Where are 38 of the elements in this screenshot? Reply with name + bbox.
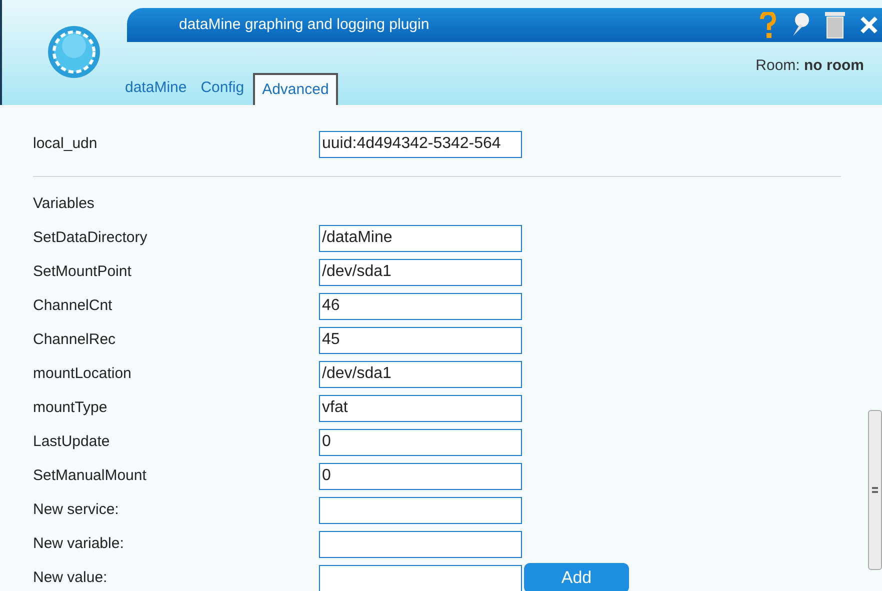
field-label: New value:: [33, 568, 108, 588]
window-title: dataMine graphing and logging plugin: [179, 14, 430, 35]
tab[interactable]: Advanced: [253, 72, 338, 105]
field-label: SetDataDirectory: [33, 228, 148, 248]
input-field[interactable]: 0: [319, 462, 522, 490]
pin-icon[interactable]: [790, 12, 810, 38]
field-label: mountLocation: [33, 364, 132, 384]
input-field[interactable]: vfat: [319, 394, 522, 422]
tab[interactable]: Config: [196, 76, 250, 105]
field-label: SetManualMount: [33, 466, 148, 486]
input-field[interactable]: uuid:4d494342-5342-564: [319, 130, 522, 158]
add-button[interactable]: Add: [524, 563, 629, 591]
tab[interactable]: dataMine: [120, 76, 192, 105]
input-field[interactable]: [319, 530, 522, 558]
input-field[interactable]: 45: [319, 326, 522, 354]
input-field[interactable]: /dataMine: [319, 224, 522, 252]
input-field[interactable]: 46: [319, 292, 522, 320]
input-field[interactable]: /dev/sda1: [319, 360, 522, 388]
field-label: LastUpdate: [33, 432, 111, 452]
section-heading: Variables: [33, 194, 96, 214]
scrollbar[interactable]: [868, 410, 882, 570]
field-label: SetMountPoint: [33, 262, 132, 282]
field-label: ChannelCnt: [33, 296, 114, 316]
input-field[interactable]: [319, 564, 522, 591]
field-label: New variable:: [33, 534, 125, 554]
input-field[interactable]: 0: [319, 428, 522, 456]
field-label: New service:: [33, 500, 120, 520]
field-label: mountType: [33, 398, 108, 418]
field-label: ChannelRec: [33, 330, 117, 350]
input-field[interactable]: [319, 496, 522, 524]
gear-icon: [46, 24, 102, 80]
field-label: local_udn: [33, 134, 98, 154]
help-icon[interactable]: [760, 12, 776, 38]
input-field[interactable]: /dev/sda1: [319, 258, 522, 286]
room-value: no room: [804, 57, 864, 74]
close-icon[interactable]: [860, 16, 878, 34]
trash-icon[interactable]: [824, 11, 846, 39]
room-label: Room:: [756, 57, 800, 74]
